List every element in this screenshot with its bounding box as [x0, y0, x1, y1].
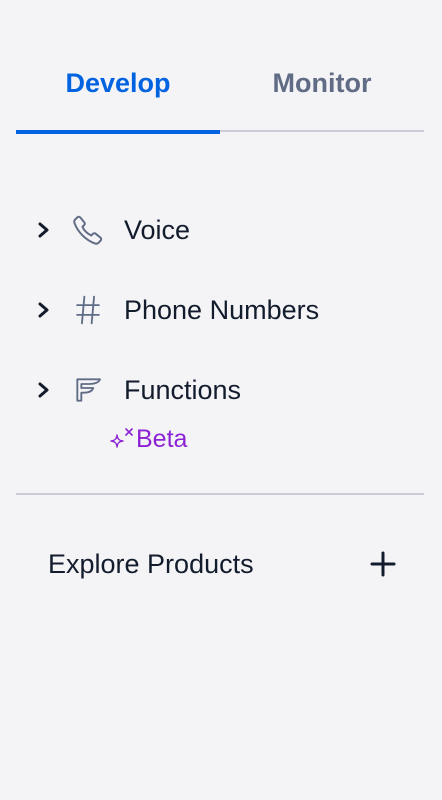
plus-icon[interactable]	[368, 549, 398, 579]
tab-develop-label: Develop	[65, 68, 171, 98]
phone-icon	[70, 212, 106, 248]
tab-list: Develop Monitor	[16, 48, 424, 134]
sidebar-item-label: Voice	[124, 214, 191, 245]
sidebar-item-voice[interactable]: Voice	[30, 206, 424, 254]
chevron-right-icon[interactable]	[30, 216, 58, 244]
functions-icon	[70, 372, 106, 408]
chevron-right-icon[interactable]	[30, 296, 58, 324]
sidebar: Develop Monitor Voice Phone Numbers Func…	[0, 0, 442, 800]
sidebar-item-label: Phone Numbers	[124, 294, 320, 325]
tab-monitor[interactable]: Monitor	[220, 48, 424, 132]
beta-label: Beta	[136, 424, 188, 453]
divider	[16, 493, 424, 495]
beta-badge: Beta	[106, 422, 187, 456]
chevron-right-icon[interactable]	[30, 376, 58, 404]
sparkle-icon	[106, 424, 136, 454]
tab-develop[interactable]: Develop	[16, 48, 220, 134]
tab-monitor-label: Monitor	[272, 68, 372, 98]
sidebar-item-phone-numbers[interactable]: Phone Numbers	[30, 286, 424, 334]
explore-products-button[interactable]: Explore Products	[48, 540, 398, 588]
sidebar-item-functions[interactable]: Functions	[30, 366, 424, 414]
sidebar-item-label: Functions	[124, 374, 242, 405]
explore-products-label: Explore Products	[48, 548, 254, 579]
hash-icon	[70, 292, 106, 328]
